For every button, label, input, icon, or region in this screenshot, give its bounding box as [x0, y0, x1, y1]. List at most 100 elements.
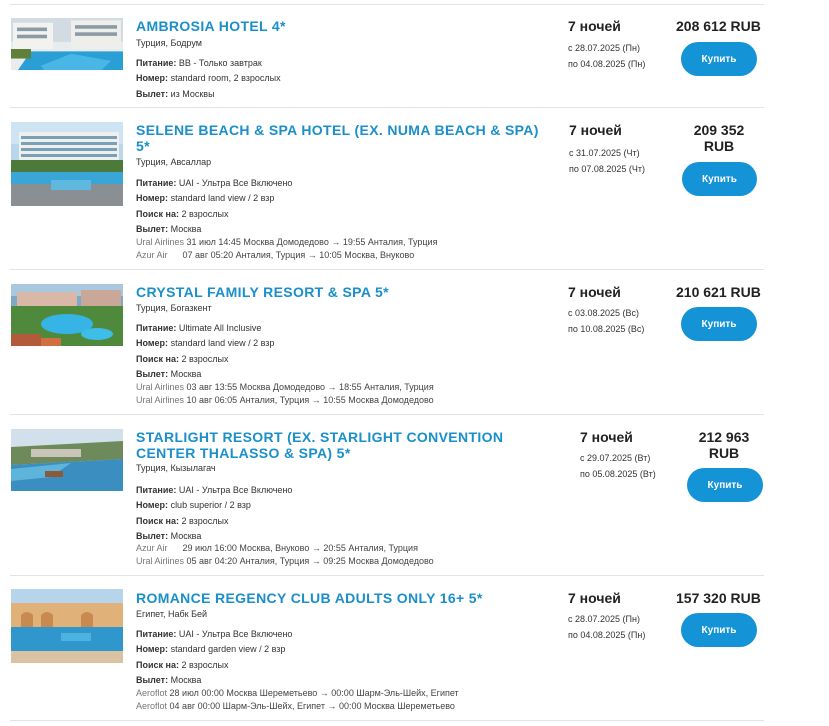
- divider: [10, 720, 764, 721]
- hotel-title[interactable]: SELENE BEACH & SPA HOTEL (EX. NUMA BEACH…: [136, 122, 546, 154]
- room-label: Номер:: [136, 73, 169, 83]
- search-value: 2 взрослых: [181, 516, 229, 526]
- hotel-location: Турция, Кызылагач: [136, 463, 216, 473]
- flight-text: 29 июл 16:00 Москва, Внуково → 20:55 Ант…: [182, 543, 418, 553]
- departure-row: Вылет: Москва: [136, 675, 201, 686]
- airline: Ural Airlines: [136, 395, 185, 405]
- search-row: Поиск на: 2 взрослых: [136, 354, 229, 365]
- meal-row: Питание: UAI - Ультра Все Включено: [136, 178, 292, 189]
- hotel-title[interactable]: ROMANCE REGENCY CLUB ADULTS ONLY 16+ 5*: [136, 590, 546, 606]
- date-from: с 28.07.2025 (Пн): [568, 43, 640, 53]
- search-row: Поиск на: 2 взрослых: [136, 516, 229, 527]
- room-label: Номер:: [136, 644, 169, 654]
- price: 208 612 RUB: [676, 18, 761, 34]
- buy-button[interactable]: Купить: [681, 613, 757, 647]
- meal-label: Питание:: [136, 178, 177, 188]
- flight-text: 04 авг 00:00 Шарм-Эль-Шейх, Египет → 00:…: [169, 701, 455, 711]
- nights: 7 ночей: [568, 284, 621, 300]
- flight-row: Azur Air 07 авг 05:20 Анталия, Турция → …: [136, 250, 414, 261]
- date-to: по 10.08.2025 (Вс): [568, 324, 645, 334]
- room-label: Номер:: [136, 193, 169, 203]
- search-label: Поиск на:: [136, 516, 179, 526]
- departure-label: Вылет:: [136, 675, 169, 685]
- search-value: 2 взрослых: [181, 209, 229, 219]
- price-currency: RUB: [708, 445, 740, 461]
- airline: Aeroflot: [136, 701, 168, 711]
- buy-button[interactable]: Купить: [681, 307, 757, 341]
- date-from: с 28.07.2025 (Пн): [568, 614, 640, 624]
- buy-button[interactable]: Купить: [687, 468, 763, 502]
- hotel-title[interactable]: STARLIGHT RESORT (EX. STARLIGHT CONVENTI…: [136, 429, 546, 461]
- room-row: Номер: club superior / 2 взр: [136, 500, 251, 511]
- date-from: с 29.07.2025 (Вт): [580, 453, 651, 463]
- buy-button[interactable]: Купить: [682, 162, 757, 196]
- room-value: standard garden view / 2 взр: [170, 644, 286, 654]
- flight-row: Ural Airlines 10 авг 06:05 Анталия, Турц…: [136, 395, 434, 406]
- room-label: Номер:: [136, 500, 169, 510]
- airline: Ural Airlines: [136, 382, 185, 392]
- search-row: Поиск на: 2 взрослых: [136, 660, 229, 671]
- hotel-pool-photo[interactable]: [11, 18, 123, 70]
- egypt-pool-photo[interactable]: [11, 589, 123, 663]
- room-value: club superior / 2 взр: [170, 500, 251, 510]
- departure-row: Вылет: Москва: [136, 224, 201, 235]
- resort-aerial-photo[interactable]: [11, 284, 123, 346]
- date-from: с 31.07.2025 (Чт): [569, 148, 640, 158]
- dates: с 28.07.2025 (Пн) по 04.08.2025 (Пн): [568, 40, 645, 72]
- departure-label: Вылет:: [136, 89, 169, 99]
- departure-row: Вылет: из Москвы: [136, 89, 215, 100]
- flight-row: Ural Airlines 05 авг 04:20 Анталия, Турц…: [136, 556, 434, 567]
- departure-row: Вылет: Москва: [136, 369, 201, 380]
- meal-row: Питание: UAI - Ультра Все Включено: [136, 485, 292, 496]
- flight-row: Aeroflot 28 июл 00:00 Москва Шереметьево…: [136, 688, 459, 699]
- date-to: по 05.08.2025 (Вт): [580, 469, 656, 479]
- meal-label: Питание:: [136, 485, 177, 495]
- meal-value: UAI - Ультра Все Включено: [178, 629, 293, 639]
- flight-row: Azur Air 29 июл 16:00 Москва, Внуково → …: [136, 543, 418, 554]
- meal-row: Питание: Ultimate All Inclusive: [136, 323, 261, 334]
- room-row: Номер: standard garden view / 2 взр: [136, 644, 285, 655]
- meal-value: UAI - Ультра Все Включено: [178, 178, 293, 188]
- room-value: standard land view / 2 взр: [170, 193, 275, 203]
- date-to: по 04.08.2025 (Пн): [568, 630, 646, 640]
- room-row: Номер: standard room, 2 взрослых: [136, 73, 281, 84]
- divider: [10, 269, 764, 270]
- hotel-beach-photo[interactable]: [11, 122, 123, 206]
- room-row: Номер: standard land view / 2 взр: [136, 193, 274, 204]
- flight-text: 31 июл 14:45 Москва Домодедово → 19:55 А…: [186, 237, 438, 247]
- divider: [10, 4, 764, 5]
- price: 157 320 RUB: [676, 590, 761, 606]
- airline: Ural Airlines: [136, 556, 185, 566]
- search-row: Поиск на: 2 взрослых: [136, 209, 229, 220]
- flight-text: 03 авг 13:55 Москва Домодедово → 18:55 А…: [186, 382, 434, 392]
- room-value: standard room, 2 взрослых: [170, 73, 281, 83]
- departure-value: Москва: [170, 369, 202, 379]
- coast-aerial-photo[interactable]: [11, 429, 123, 491]
- hotel-location: Турция, Богазкент: [136, 303, 212, 313]
- flight-row: Aeroflot 04 авг 00:00 Шарм-Эль-Шейх, Еги…: [136, 701, 455, 712]
- price: 212 963 RUB: [698, 429, 750, 461]
- price-amount: 209 352: [693, 122, 745, 138]
- date-from: с 03.08.2025 (Вс): [568, 308, 640, 318]
- search-label: Поиск на:: [136, 660, 179, 670]
- price: 210 621 RUB: [676, 284, 761, 300]
- flight-text: 28 июл 00:00 Москва Шереметьево → 00:00 …: [169, 688, 459, 698]
- hotel-title[interactable]: CRYSTAL FAMILY RESORT & SPA 5*: [136, 284, 546, 300]
- flight-row: Ural Airlines 31 июл 14:45 Москва Домоде…: [136, 237, 437, 248]
- price-amount: 212 963: [698, 429, 750, 445]
- dates: с 28.07.2025 (Пн) по 04.08.2025 (Пн): [568, 611, 645, 643]
- price: 209 352 RUB: [693, 122, 745, 154]
- price-currency: RUB: [703, 138, 735, 154]
- divider: [10, 575, 764, 576]
- airline: Azur Air: [136, 250, 168, 260]
- flight-text: 10 авг 06:05 Анталия, Турция → 10:55 Мос…: [186, 395, 434, 405]
- departure-value: Москва: [170, 675, 202, 685]
- nights: 7 ночей: [569, 122, 622, 138]
- meal-value: BB - Только завтрак: [178, 58, 262, 68]
- meal-label: Питание:: [136, 629, 177, 639]
- hotel-title[interactable]: AMBROSIA HOTEL 4*: [136, 18, 546, 34]
- search-value: 2 взрослых: [181, 354, 229, 364]
- search-label: Поиск на:: [136, 209, 179, 219]
- buy-button[interactable]: Купить: [681, 42, 757, 76]
- search-value: 2 взрослых: [181, 660, 229, 670]
